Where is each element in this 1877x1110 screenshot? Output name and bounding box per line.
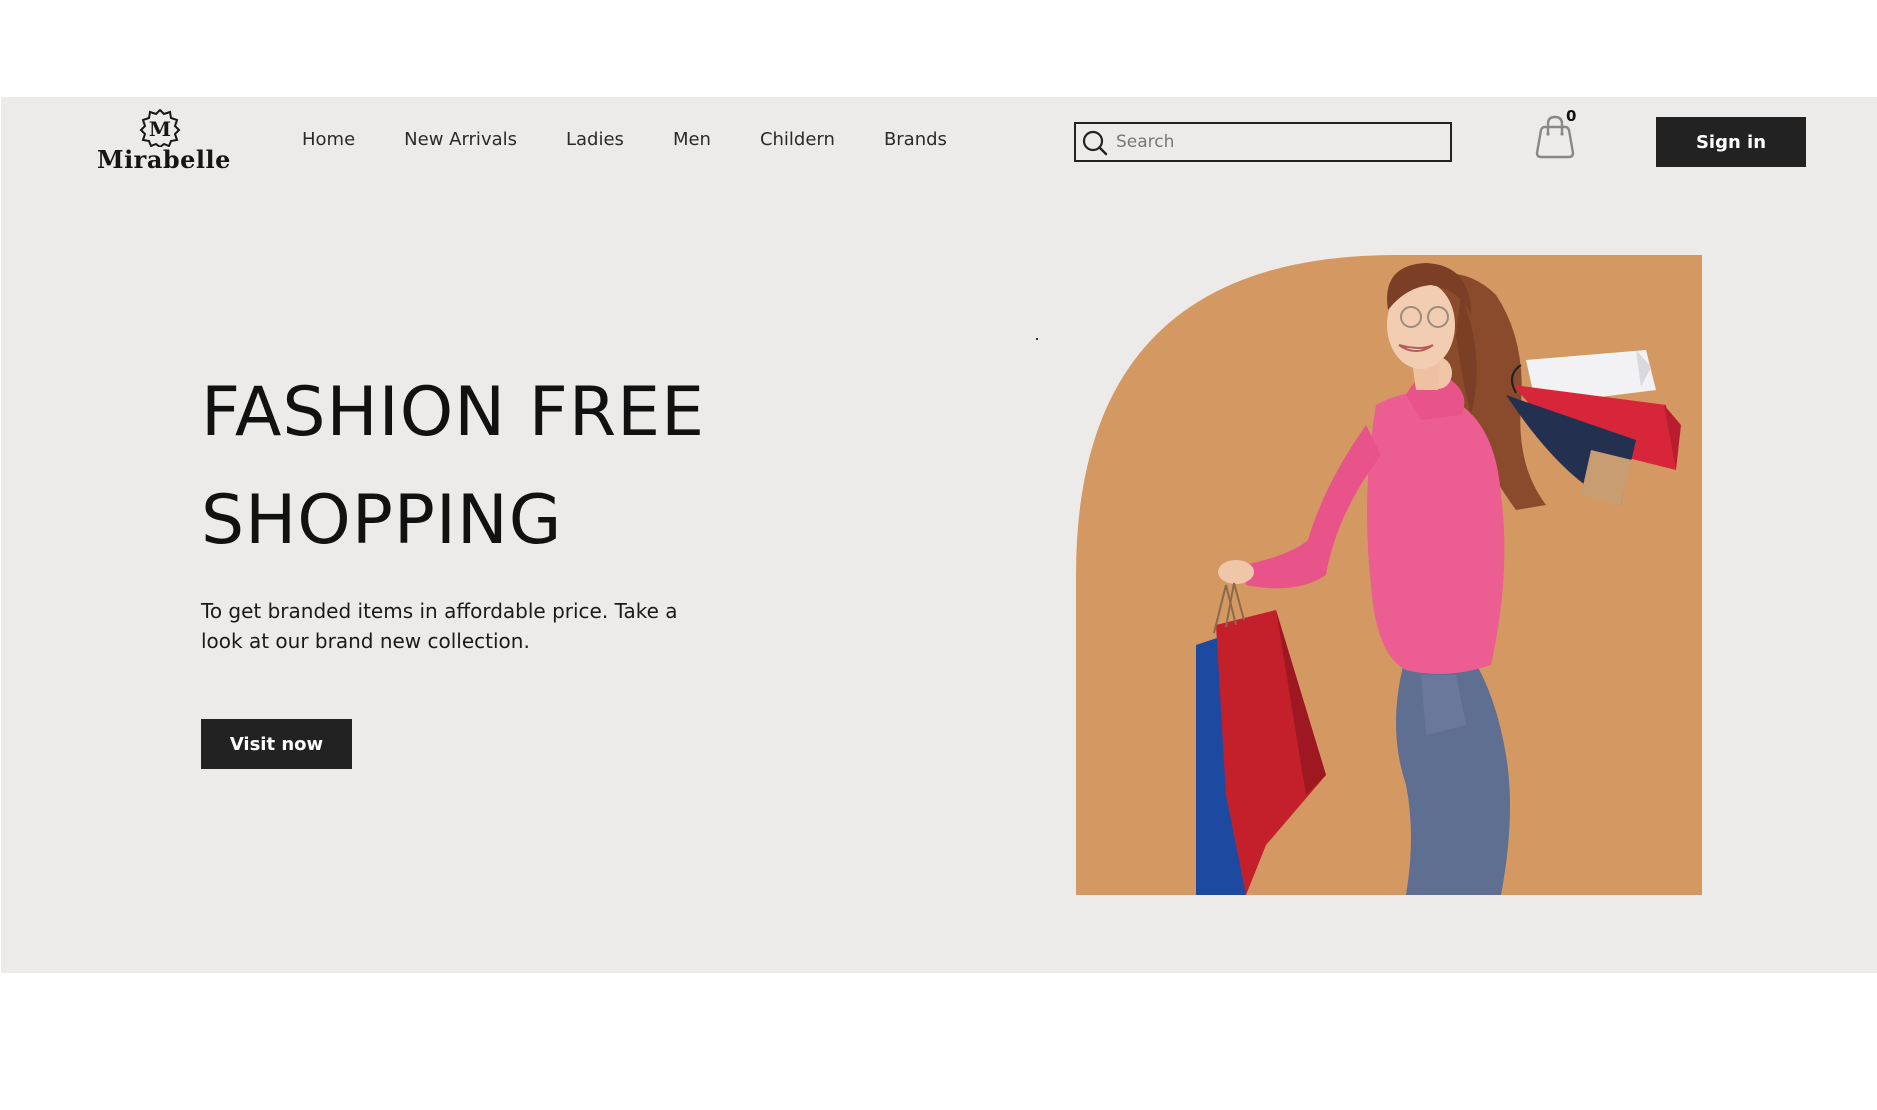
hero-description: To get branded items in affordable price… — [201, 599, 678, 653]
nav-item-home[interactable]: Home — [302, 129, 355, 150]
monogram-logo-icon: M — [139, 109, 181, 147]
search-input[interactable] — [1116, 128, 1436, 156]
hero-image — [1076, 255, 1702, 895]
monogram-letter: M — [149, 117, 171, 141]
cart-count-badge: 0 — [1566, 107, 1577, 125]
nav-item-children[interactable]: Childern — [760, 129, 835, 150]
hero-section: M Mirabelle Home New Arrivals Ladies Men… — [1, 97, 1877, 973]
brand-name: Mirabelle — [97, 145, 231, 174]
search-icon[interactable] — [1082, 130, 1108, 156]
hero-title-line-2: SHOPPING — [201, 481, 563, 560]
sign-in-button[interactable]: Sign in — [1656, 117, 1806, 167]
search-box — [1074, 122, 1452, 162]
nav-item-men[interactable]: Men — [673, 129, 711, 150]
visit-now-button[interactable]: Visit now — [201, 719, 352, 769]
brand-logo[interactable]: M Mirabelle — [97, 109, 231, 174]
main-nav: Home New Arrivals Ladies Men Childern Br… — [302, 129, 996, 150]
nav-item-brands[interactable]: Brands — [884, 129, 947, 150]
hero-title-line-1: FASHION FREE — [201, 373, 706, 452]
stray-dot — [1036, 338, 1038, 340]
nav-item-new-arrivals[interactable]: New Arrivals — [404, 129, 517, 150]
hero-title: FASHION FREE SHOPPING — [201, 359, 761, 575]
nav-item-ladies[interactable]: Ladies — [566, 129, 624, 150]
